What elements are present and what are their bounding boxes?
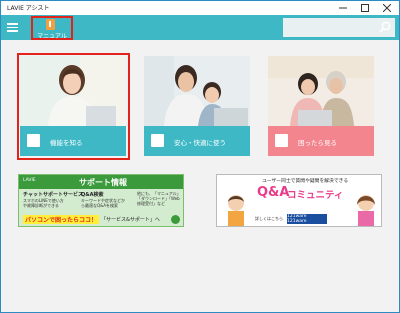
footer-highlight: パソコンで困ったらココ！ [23,215,100,224]
other-services-text: 他にも、「マニュアル」「ダウンロード」「Web修理受付」など [137,191,181,206]
app-window: LAVIE アシスト マニュアル 機能を知る 安心・快適に使う 困ったら見る L… [0,0,400,313]
tile-troubleshoot[interactable]: 困ったら見る [268,56,374,156]
title-bar: LAVIE アシスト [1,1,399,15]
qa-search-text: キーワードや症状などから最適なQ&Aを検索 [81,198,125,208]
tile-label: 困ったら見る [298,139,337,147]
manual-label: マニュアル [37,33,67,40]
qa-search-title: Q&A検索 [81,192,104,198]
tile-bar: 困ったら見る [268,126,374,156]
community-tagline: ユーザー同士で質問や疑問を解決できる [262,179,349,184]
support-info-banner[interactable]: LAVIE サポート情報 チャットサポートサービス スマホのLINEで使い方や故… [18,174,184,227]
window-title: LAVIE アシスト [7,5,50,12]
father-and-child-photo [144,56,250,126]
chat-support-text: スマホのLINEで使い方や故障診断ができる [23,198,64,208]
banner-header: LAVIE サポート情報 [19,175,183,189]
hamburger-menu-icon[interactable] [7,23,18,32]
minimize-icon [339,7,347,9]
girl-character-icon [357,195,375,226]
banner-title: サポート情報 [79,178,127,187]
qa-logo-text: Q&A [257,185,290,200]
qa-community-banner[interactable]: ユーザー同士で質問や疑問を解決できる Q&A コミュニティ 詳しくはこちら 12… [216,174,382,227]
tile-bar: 安心・快適に使う [144,126,250,156]
arrow-right-icon [171,215,180,224]
footer-link: 「サービス&サポート」へ [101,217,160,223]
121ware-logo: 121ware 121ware [287,214,327,224]
lavie-logo: LAVIE [23,178,36,183]
app-header: マニュアル [1,15,399,40]
shield-heart-icon [151,134,164,147]
details-link-text: 詳しくはこちら [255,216,283,221]
minimize-button[interactable] [332,1,354,15]
maximize-icon [361,4,369,12]
two-women-with-laptop-photo [268,56,374,126]
manual-button[interactable]: マニュアル [31,16,73,40]
tile-safe-comfortable[interactable]: 安心・快適に使う [144,56,250,156]
help-icon [275,134,288,147]
community-title: コミュニティ [287,190,344,201]
selection-highlight [17,53,130,160]
close-icon [383,4,391,12]
tile-label: 安心・快適に使う [174,139,226,147]
close-button[interactable] [376,1,398,15]
book-icon [46,19,55,30]
search-icon[interactable] [379,21,391,33]
chat-support-title: チャットサポートサービス [23,192,83,198]
maximize-button[interactable] [354,1,376,15]
search-box[interactable] [283,18,395,37]
boy-character-icon [228,195,244,226]
